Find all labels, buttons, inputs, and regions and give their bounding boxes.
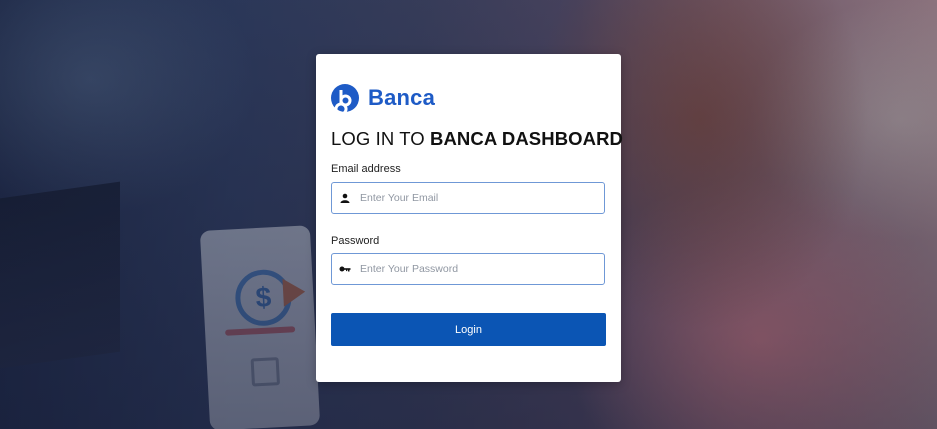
banca-logo-icon [331, 84, 359, 112]
email-label: Email address [331, 163, 401, 175]
brand-logo: Banca [331, 84, 435, 112]
brand-name: Banca [368, 85, 436, 110]
password-field[interactable] [331, 253, 605, 285]
user-icon [332, 193, 358, 203]
login-button[interactable]: Login [331, 313, 606, 346]
password-input[interactable] [360, 263, 600, 275]
page-title: LOG IN TO BANCA DASHBOARD [331, 128, 623, 150]
password-label: Password [331, 235, 380, 247]
key-icon [332, 265, 358, 273]
email-field[interactable] [331, 182, 605, 214]
login-card: Banca LOG IN TO BANCA DASHBOARD Email ad… [316, 54, 623, 382]
email-input[interactable] [360, 192, 600, 204]
title-bold: BANCA DASHBOARD [430, 128, 624, 149]
title-prefix: LOG IN TO [331, 128, 431, 149]
